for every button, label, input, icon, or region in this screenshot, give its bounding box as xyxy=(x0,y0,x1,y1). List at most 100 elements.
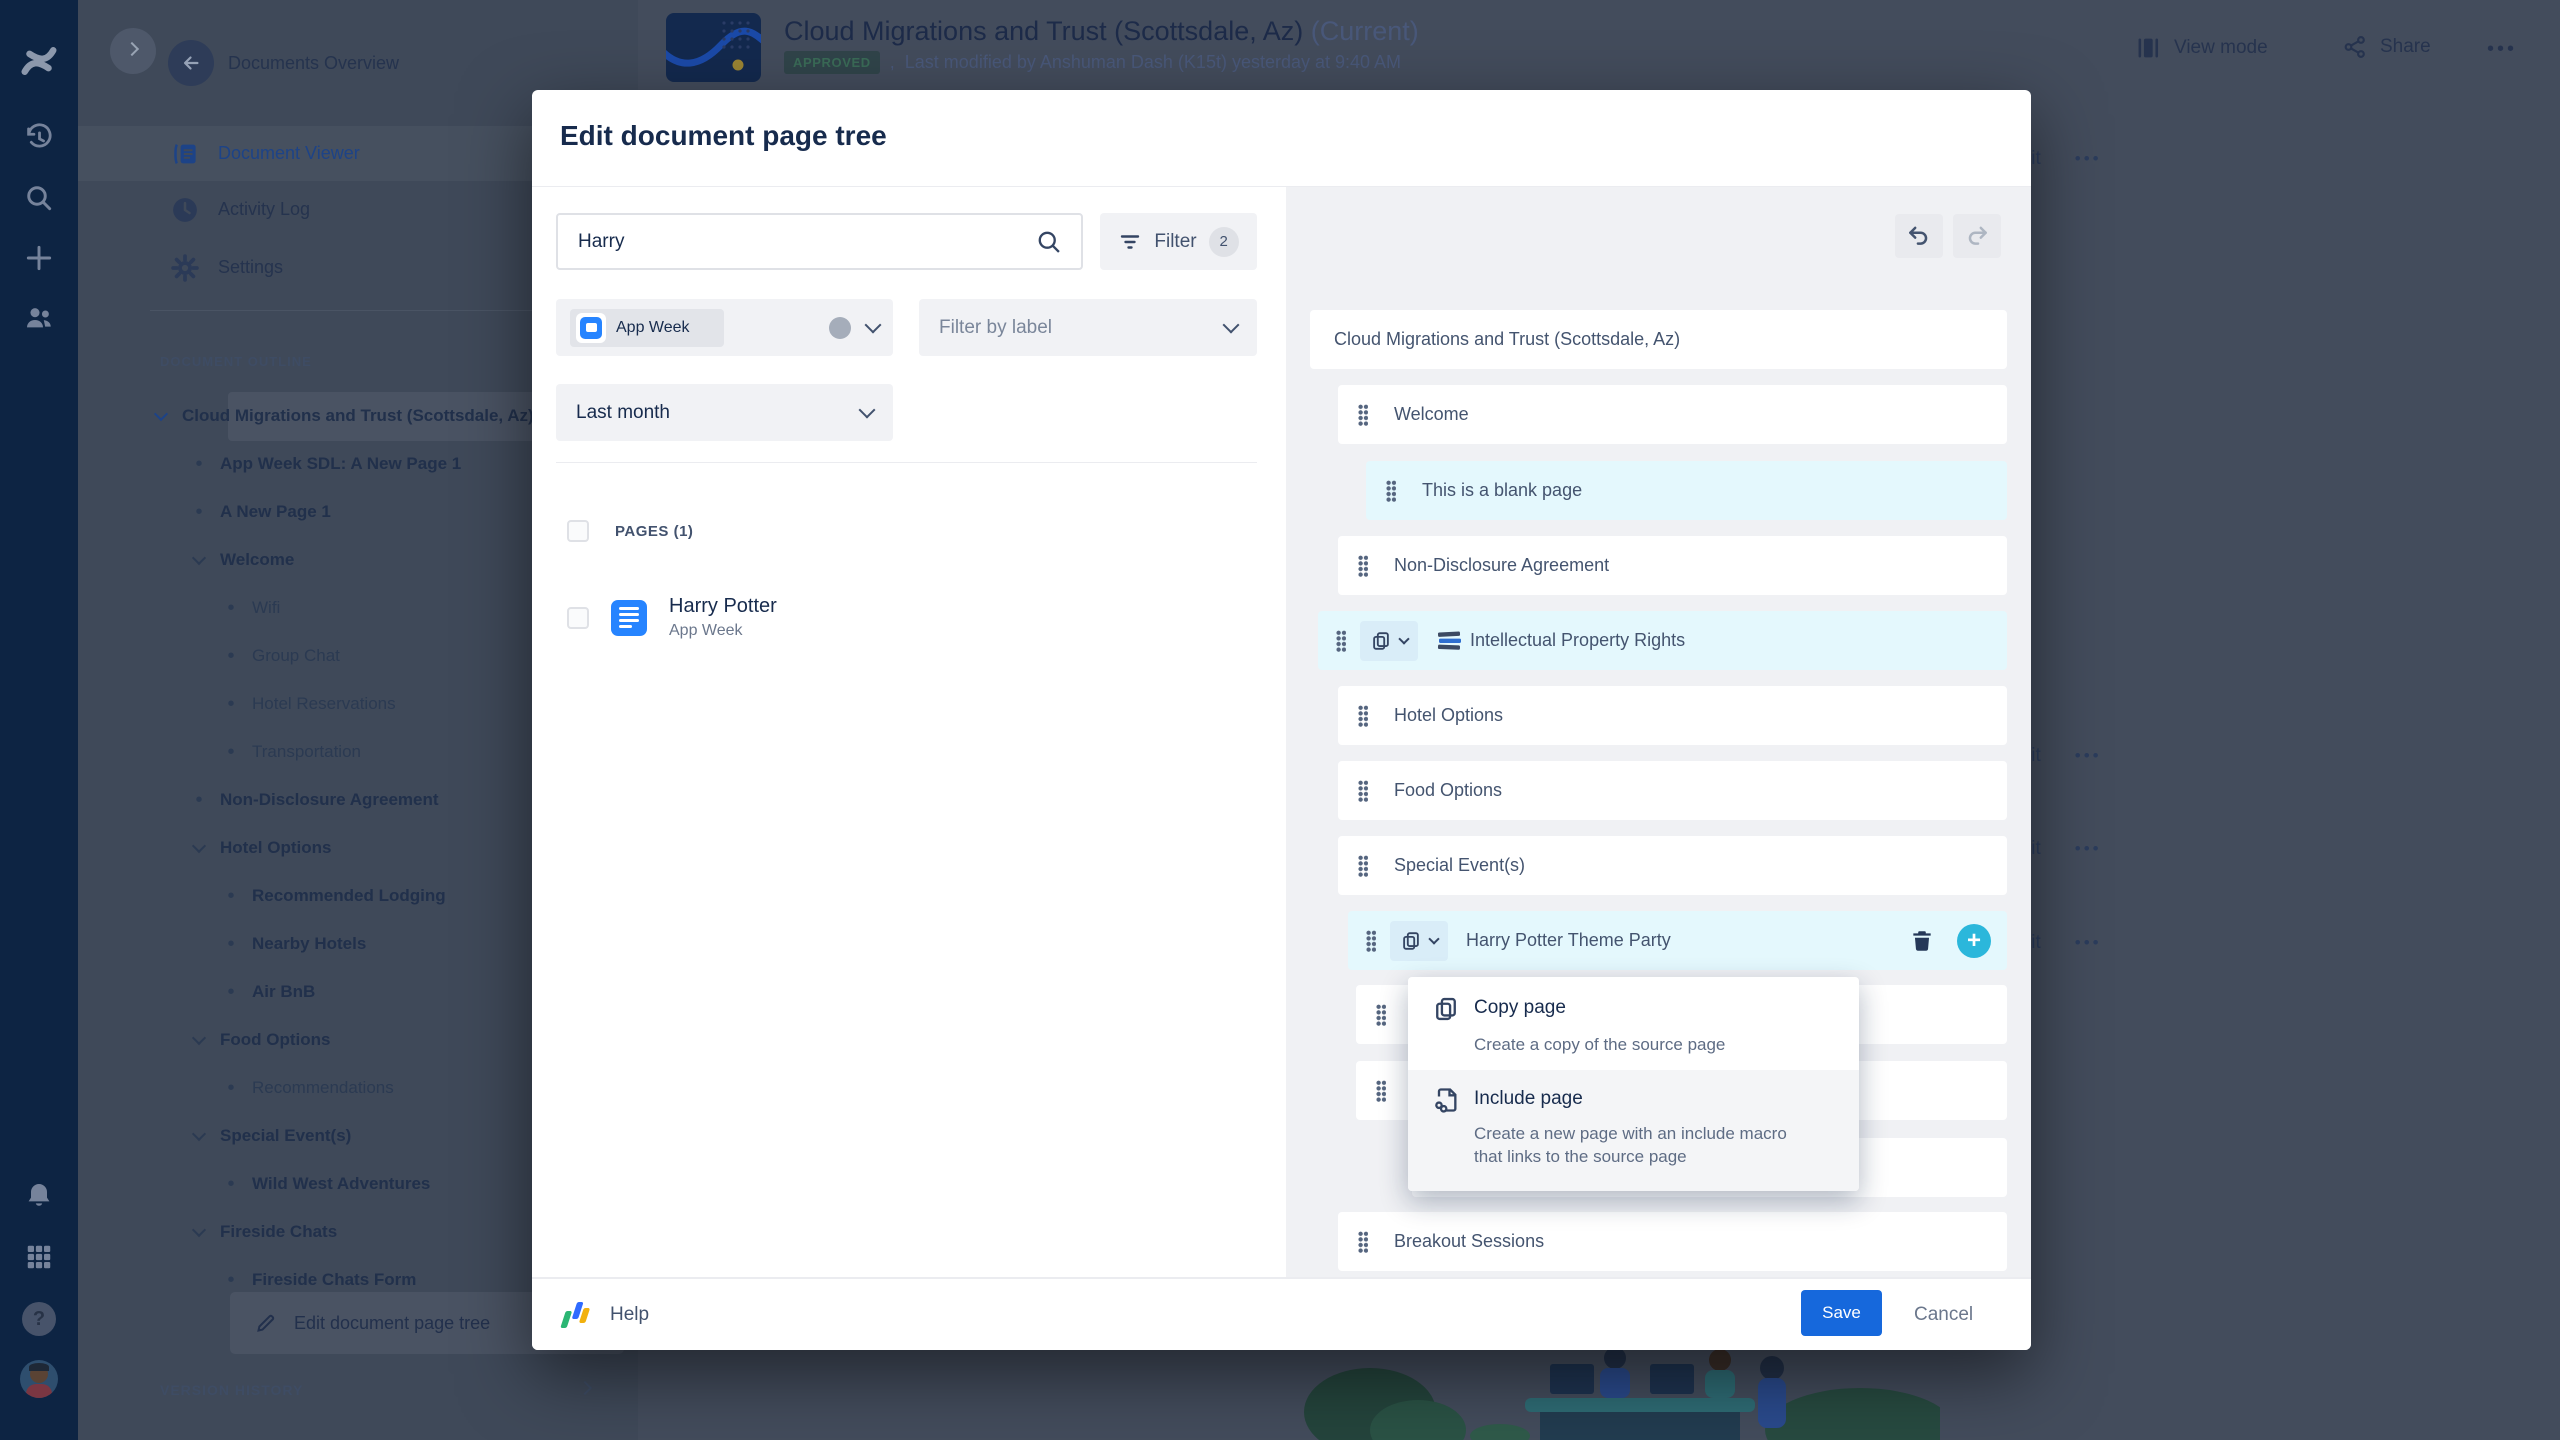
sidebar-item-activity-log[interactable]: Activity Log xyxy=(170,182,310,237)
pages-header: PAGES (1) xyxy=(567,520,693,542)
menu-item-copy-page[interactable]: Copy page Create a copy of the source pa… xyxy=(1408,977,1859,1070)
tree-row[interactable]: Breakout Sessions xyxy=(1338,1212,2007,1271)
trash-icon[interactable] xyxy=(1909,928,1935,954)
k15t-logo-icon xyxy=(558,1298,594,1332)
help-icon[interactable]: ? xyxy=(0,1302,78,1336)
help-glyph: ? xyxy=(33,1308,45,1331)
tree-row[interactable]: Welcome xyxy=(1338,385,2007,444)
edit-page-tree-modal: Edit document page tree Filter 2 xyxy=(532,90,2031,1350)
document-viewer-icon xyxy=(170,139,200,169)
page-doc-icon xyxy=(611,600,647,636)
back-to-overview[interactable]: Documents Overview xyxy=(168,40,399,86)
history-icon[interactable] xyxy=(0,122,78,154)
chip-label: App Week xyxy=(616,319,690,337)
tree-row[interactable]: Special Event(s) xyxy=(1338,836,2007,895)
drag-handle-icon[interactable] xyxy=(1376,1004,1386,1026)
help-label: Help xyxy=(610,1304,649,1326)
search-icon[interactable] xyxy=(1035,228,1063,256)
tree-row[interactable]: Intellectual Property Rights xyxy=(1318,611,2007,670)
back-label: Documents Overview xyxy=(228,53,399,74)
chevron-down-icon xyxy=(1428,933,1439,944)
notifications-icon[interactable] xyxy=(0,1180,78,1212)
menu-item-include-page[interactable]: Include page Create a new page with an i… xyxy=(1408,1070,1859,1191)
include-page-icon xyxy=(1432,1086,1460,1114)
tree-root-label: Cloud Migrations and Trust (Scottsdale, … xyxy=(1334,329,1680,350)
search-input-wrap xyxy=(556,213,1083,270)
drag-handle-icon[interactable] xyxy=(1358,705,1368,727)
tree-row[interactable]: Hotel Options xyxy=(1338,686,2007,745)
drag-handle-icon[interactable] xyxy=(1336,630,1346,652)
page-title-suffix: (Current) xyxy=(1311,16,1419,46)
drag-handle-icon[interactable] xyxy=(1358,780,1368,802)
chip-remove-icon[interactable] xyxy=(700,322,712,334)
edit-page-tree-label: Edit document page tree xyxy=(294,1313,490,1334)
app-icon xyxy=(576,313,606,343)
drag-handle-icon[interactable] xyxy=(1358,555,1368,577)
copy-mode-dropdown[interactable] xyxy=(1360,621,1418,661)
search-input[interactable] xyxy=(576,230,1020,254)
more-icon: ••• xyxy=(2075,933,2102,953)
create-icon[interactable] xyxy=(0,242,78,274)
cancel-button[interactable]: Cancel xyxy=(1914,1279,1973,1350)
sidebar-collapse-button[interactable] xyxy=(110,28,156,74)
filter-count-badge: 2 xyxy=(1209,227,1239,257)
pages-heading: PAGES (1) xyxy=(615,523,693,540)
people-icon[interactable] xyxy=(0,302,78,334)
redo-button[interactable] xyxy=(1953,214,2001,258)
confluence-logo-icon[interactable] xyxy=(0,42,78,80)
undo-icon xyxy=(1906,223,1932,249)
tree-row[interactable]: Non-Disclosure Agreement xyxy=(1338,536,2007,595)
chevron-down-icon xyxy=(1398,633,1409,644)
drag-handle-icon[interactable] xyxy=(1358,404,1368,426)
copy-mode-dropdown[interactable] xyxy=(1390,921,1448,961)
drag-handle-icon[interactable] xyxy=(1366,930,1376,952)
tree-row[interactable]: Food Options xyxy=(1338,761,2007,820)
filter-button[interactable]: Filter 2 xyxy=(1100,213,1257,270)
status-badge: APPROVED xyxy=(784,51,880,74)
tree-row-harry-potter-theme-party[interactable]: Harry Potter Theme Party + xyxy=(1348,911,2007,970)
sidebar-item-settings[interactable]: Settings xyxy=(170,240,283,295)
share-button[interactable]: Share xyxy=(2342,34,2431,60)
save-button[interactable]: Save xyxy=(1801,1290,1882,1336)
app-switcher-icon[interactable] xyxy=(0,1242,78,1272)
label-filter-select[interactable]: Filter by label xyxy=(919,299,1257,356)
gear-icon xyxy=(170,253,200,283)
copy-icon xyxy=(1400,930,1422,952)
more-icon[interactable]: ••• xyxy=(2487,38,2517,61)
undo-button[interactable] xyxy=(1895,214,1943,258)
chevron-down-icon xyxy=(865,317,882,334)
sidebar-item-label: Document Viewer xyxy=(218,143,360,164)
books-icon xyxy=(1436,629,1464,653)
page-subtitle: App Week xyxy=(669,622,777,640)
copy-icon xyxy=(1432,995,1460,1023)
avatar[interactable] xyxy=(0,1360,78,1398)
drag-handle-icon[interactable] xyxy=(1386,480,1396,502)
search-icon[interactable] xyxy=(0,182,78,214)
select-all-checkbox[interactable] xyxy=(567,520,589,542)
tree-row[interactable]: This is a blank page xyxy=(1366,461,2007,520)
page-list-item[interactable]: Harry Potter App Week xyxy=(567,595,777,640)
drag-handle-icon[interactable] xyxy=(1358,1231,1368,1253)
chevron-down-icon xyxy=(1223,317,1240,334)
page-checkbox[interactable] xyxy=(567,607,589,629)
help-link[interactable]: Help xyxy=(558,1279,649,1350)
app-root: ? Documents Overview xyxy=(0,0,2560,1440)
more-icon: ••• xyxy=(2075,746,2102,766)
drag-handle-icon[interactable] xyxy=(1376,1080,1386,1102)
date-filter-select[interactable]: Last month xyxy=(556,384,893,441)
document-filter-select[interactable]: App Week xyxy=(556,299,893,356)
sidebar-item-label: Activity Log xyxy=(218,199,310,220)
copy-icon xyxy=(1370,630,1392,652)
page-meta: APPROVED , Last modified by Anshuman Das… xyxy=(784,51,1401,74)
back-arrow-icon xyxy=(168,40,214,86)
clear-select-icon[interactable] xyxy=(829,317,851,339)
background-illustration xyxy=(1300,1350,1940,1440)
version-history-toggle[interactable]: VERSION HISTORY xyxy=(160,1382,590,1398)
tree-root-row: Cloud Migrations and Trust (Scottsdale, … xyxy=(1310,310,2007,369)
drag-handle-icon[interactable] xyxy=(1358,855,1368,877)
app-week-chip[interactable]: App Week xyxy=(570,309,724,347)
add-page-button[interactable]: + xyxy=(1957,924,1991,958)
view-mode-button[interactable]: View mode xyxy=(2134,34,2268,62)
page-title: Cloud Migrations and Trust (Scottsdale, … xyxy=(784,16,1419,47)
left-pane-divider xyxy=(556,462,1257,463)
